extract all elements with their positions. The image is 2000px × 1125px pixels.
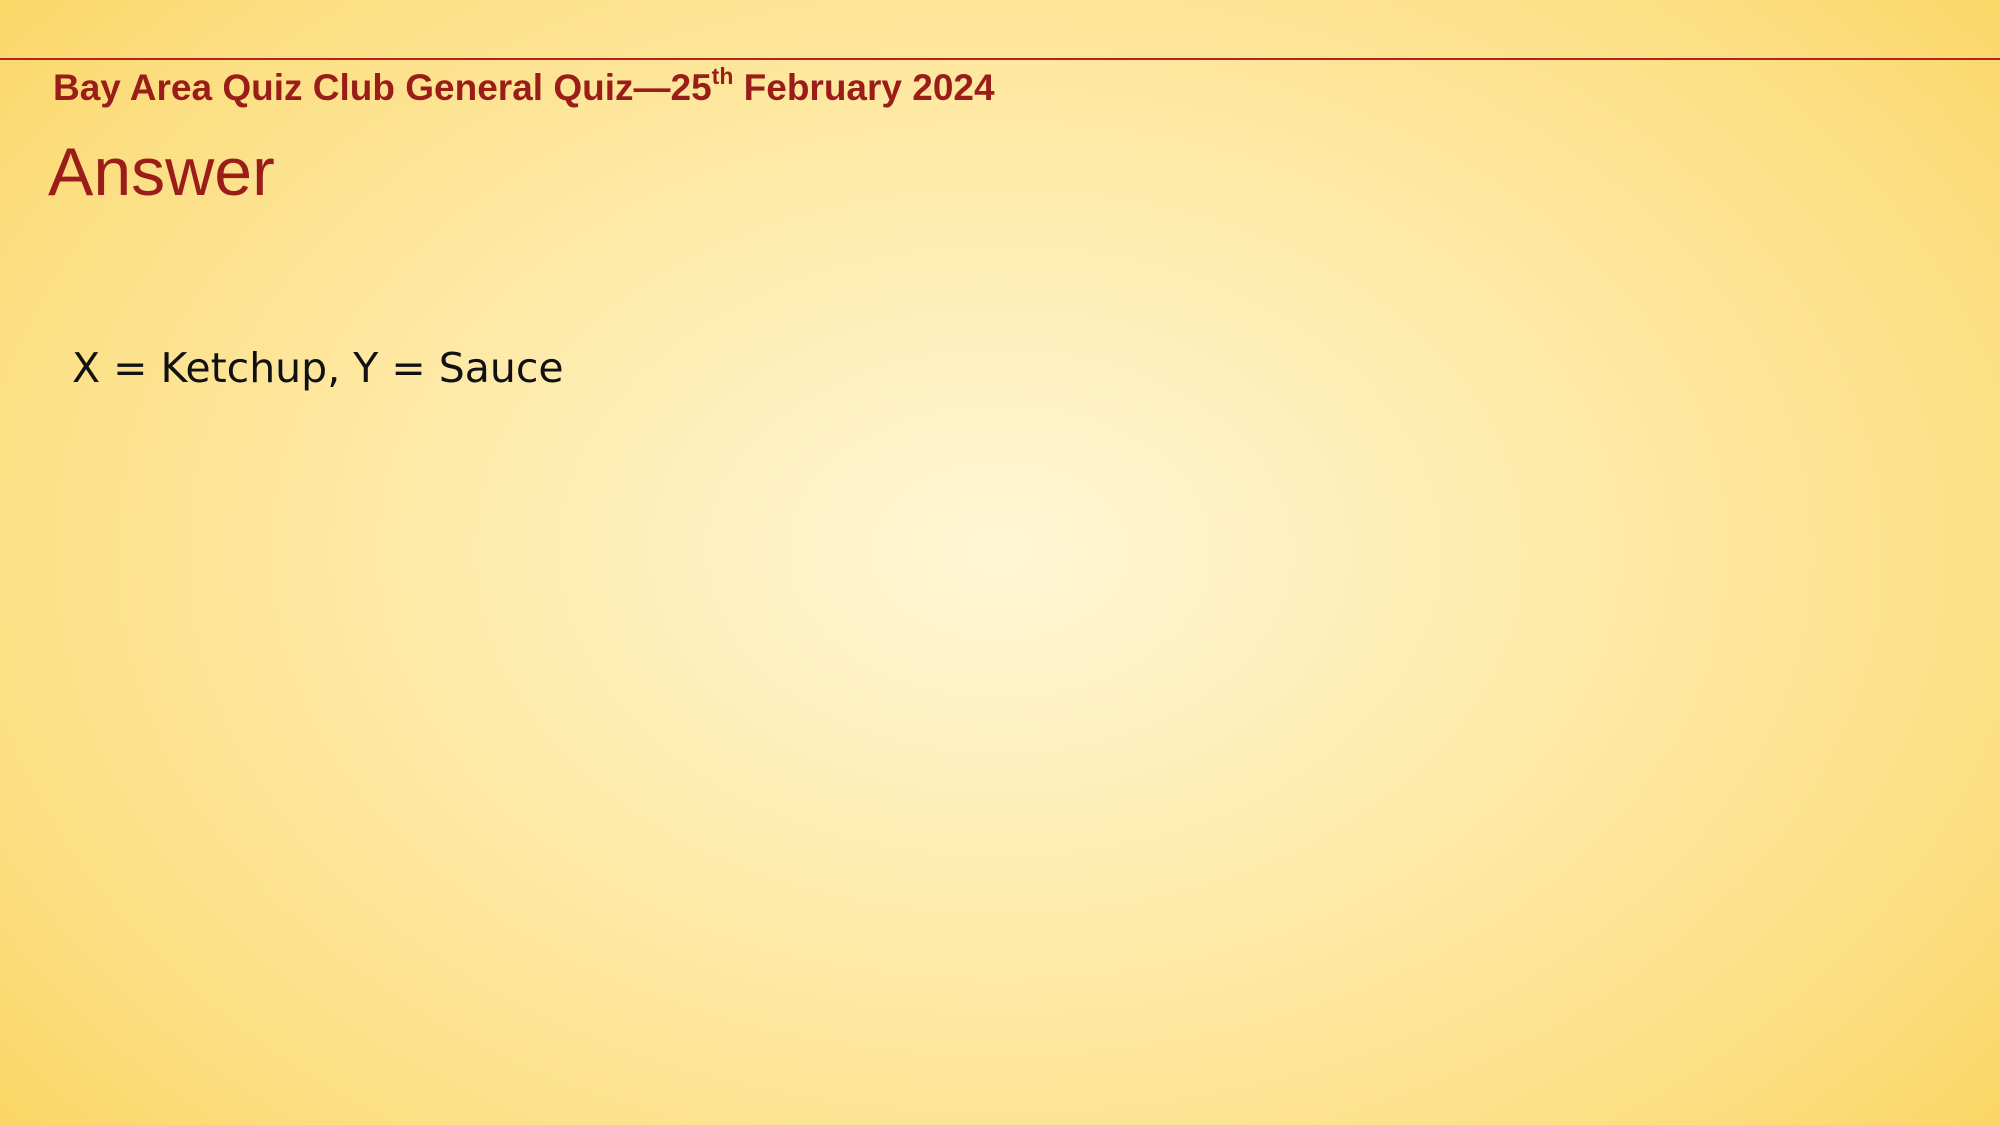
header-text-after: February 2024 <box>733 67 995 108</box>
header-superscript: th <box>711 63 734 89</box>
header-rule <box>0 58 2000 60</box>
slide-title: Answer <box>48 134 275 210</box>
header-text-before: Bay Area Quiz Club General Quiz—25 <box>53 67 712 108</box>
slide: Bay Area Quiz Club General Quiz—25th Feb… <box>0 0 2000 1125</box>
quiz-header: Bay Area Quiz Club General Quiz—25th Feb… <box>53 63 995 110</box>
answer-text: X = Ketchup, Y = Sauce <box>72 344 564 392</box>
